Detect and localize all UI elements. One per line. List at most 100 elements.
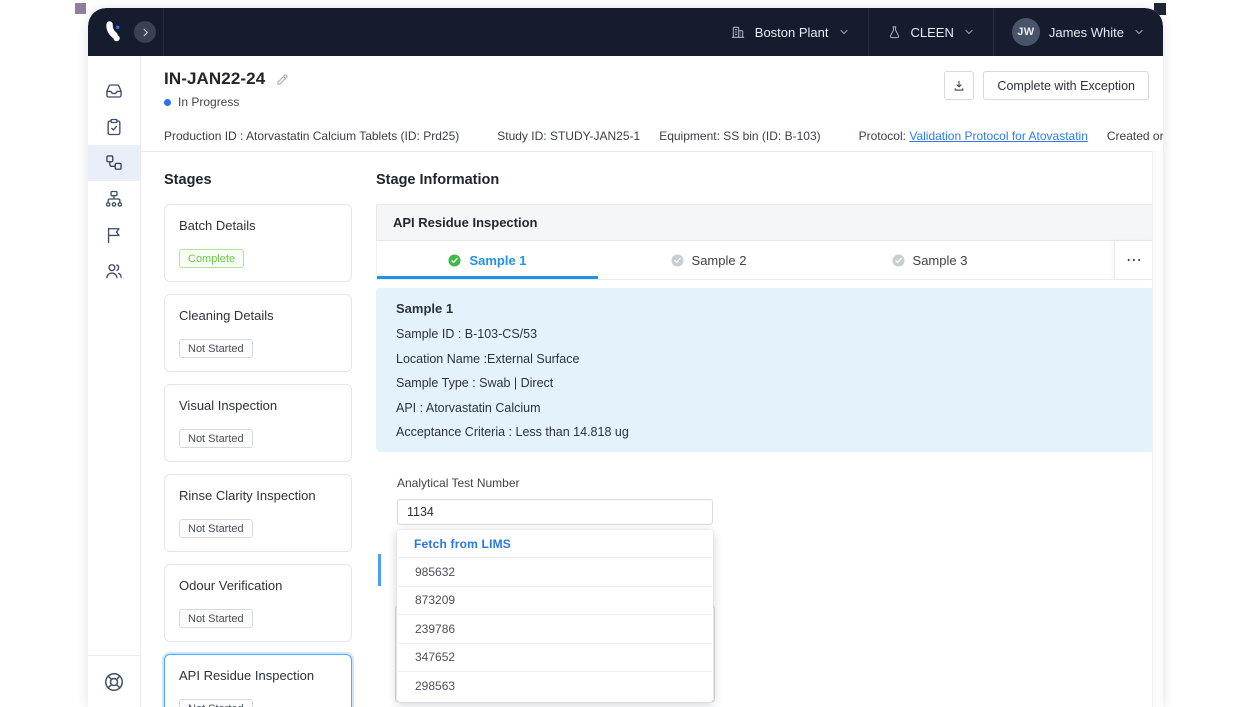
test-number-dropdown: Fetch from LIMS 985632 873209 239786 347… bbox=[397, 530, 713, 702]
dropdown-option[interactable]: 985632 bbox=[398, 557, 712, 586]
chevron-down-icon bbox=[1133, 26, 1145, 38]
status-dot-icon bbox=[164, 99, 171, 106]
module-selector[interactable]: CLEEN bbox=[869, 8, 993, 56]
sitemap-icon bbox=[104, 189, 124, 209]
stage-card-visual-inspection[interactable]: Visual Inspection Not Started bbox=[164, 384, 352, 462]
app-window: Boston Plant CLEEN JW James White bbox=[88, 8, 1163, 707]
chevron-down-icon bbox=[963, 26, 975, 38]
stage-status-badge: Not Started bbox=[179, 339, 253, 358]
created-on: Created on: 01/10/2025 11:41:39 bbox=[1107, 129, 1163, 143]
sample-api: API : Atorvastatin Calcium bbox=[396, 401, 1134, 416]
sample-location: Location Name :External Surface bbox=[396, 352, 1134, 367]
dropdown-option[interactable]: 239786 bbox=[398, 614, 712, 643]
inbox-icon bbox=[104, 81, 124, 101]
top-bar: Boston Plant CLEEN JW James White bbox=[88, 8, 1163, 56]
sidebar-help[interactable] bbox=[88, 655, 140, 707]
fetch-from-lims-option[interactable]: Fetch from LIMS bbox=[397, 530, 713, 557]
plant-selector[interactable]: Boston Plant bbox=[712, 8, 868, 56]
chevron-right-icon bbox=[140, 27, 151, 38]
protocol: Protocol: Validation Protocol for Atovas… bbox=[859, 129, 1088, 143]
tab-sample-1[interactable]: Sample 1 bbox=[377, 241, 598, 279]
user-menu[interactable]: JW James White bbox=[994, 8, 1163, 56]
sample-title: Sample 1 bbox=[396, 301, 1134, 316]
backdrop-square-left bbox=[75, 3, 86, 14]
download-button[interactable] bbox=[944, 71, 974, 100]
occluded-field-edge bbox=[378, 554, 381, 586]
stage-status-badge: Complete bbox=[179, 249, 244, 268]
tab-sample-3[interactable]: Sample 3 bbox=[819, 241, 1040, 279]
brand-logo-icon bbox=[101, 19, 127, 45]
app-body: IN-JAN22-24 In Progress Complete with bbox=[88, 56, 1163, 707]
equipment: Equipment: SS bin (ID: B-103) bbox=[659, 129, 820, 143]
tab-label: Sample 2 bbox=[692, 253, 747, 268]
sidebar-items bbox=[88, 56, 140, 289]
tab-sample-2[interactable]: Sample 2 bbox=[598, 241, 819, 279]
flag-icon bbox=[104, 225, 124, 245]
topbar-divider bbox=[163, 8, 164, 56]
info-bar: Production ID : Atorvastatin Calcium Tab… bbox=[141, 120, 1163, 152]
ellipsis-icon: ⋯ bbox=[1126, 250, 1142, 270]
flask-icon bbox=[887, 25, 902, 40]
protocol-label: Protocol: bbox=[859, 129, 906, 143]
sample-acceptance-criteria: Acceptance Criteria : Less than 14.818 u… bbox=[396, 425, 1134, 440]
sidebar-item-flags[interactable] bbox=[88, 217, 140, 253]
sidebar bbox=[88, 56, 141, 707]
stage-card-api-residue-inspection[interactable]: API Residue Inspection Not Started bbox=[164, 654, 352, 707]
sidebar-item-hierarchy[interactable] bbox=[88, 181, 140, 217]
sidebar-item-inbox[interactable] bbox=[88, 73, 140, 109]
pencil-icon bbox=[275, 72, 290, 87]
sidebar-item-tasks[interactable] bbox=[88, 109, 140, 145]
dropdown-option[interactable]: 873209 bbox=[398, 586, 712, 615]
stage-card-batch-details[interactable]: Batch Details Complete bbox=[164, 204, 352, 282]
stage-status-badge: Not Started bbox=[179, 429, 253, 448]
clipboard-check-icon bbox=[104, 117, 124, 137]
stage-name: Batch Details bbox=[179, 218, 337, 233]
topbar-right: Boston Plant CLEEN JW James White bbox=[712, 8, 1163, 56]
sample-summary-panel: Sample 1 Sample ID : B-103-CS/53 Locatio… bbox=[376, 288, 1154, 452]
building-icon bbox=[730, 24, 746, 40]
stage-status-badge: Not Started bbox=[179, 609, 253, 628]
workflow-icon bbox=[104, 153, 124, 173]
life-buoy-icon bbox=[103, 671, 125, 693]
stage-information-column: Stage Information API Residue Inspection… bbox=[376, 172, 1154, 707]
analytical-test-form: Analytical Test Number Fetch from LIMS 9… bbox=[397, 476, 713, 525]
plant-label: Boston Plant bbox=[755, 25, 829, 40]
dropdown-option[interactable]: 298563 bbox=[398, 671, 712, 700]
dropdown-option[interactable]: 347652 bbox=[398, 643, 712, 672]
stage-card-cleaning-details[interactable]: Cleaning Details Not Started bbox=[164, 294, 352, 372]
sidebar-item-workflows[interactable] bbox=[88, 145, 140, 181]
users-icon bbox=[104, 261, 124, 281]
tabs-overflow-button[interactable]: ⋯ bbox=[1114, 241, 1153, 279]
edit-title-button[interactable] bbox=[275, 72, 290, 87]
tab-label: Sample 1 bbox=[469, 253, 526, 268]
stage-card-odour-verification[interactable]: Odour Verification Not Started bbox=[164, 564, 352, 642]
check-circle-icon bbox=[892, 254, 905, 267]
user-name: James White bbox=[1049, 25, 1124, 40]
stages-heading: Stages bbox=[164, 172, 352, 189]
stages-column: Stages Batch Details Complete Cleaning D… bbox=[164, 172, 352, 707]
stage-name: Odour Verification bbox=[179, 578, 337, 593]
stage-name: Cleaning Details bbox=[179, 308, 337, 323]
sidebar-expand-button[interactable] bbox=[134, 21, 156, 43]
module-label: CLEEN bbox=[911, 25, 954, 40]
production-id: Production ID : Atorvastatin Calcium Tab… bbox=[164, 129, 459, 143]
analytical-test-number-input[interactable] bbox=[397, 499, 713, 525]
avatar: JW bbox=[1012, 18, 1040, 46]
chevron-down-icon bbox=[838, 26, 850, 38]
check-circle-icon bbox=[448, 254, 461, 267]
tab-label: Sample 3 bbox=[913, 253, 968, 268]
complete-with-exception-button[interactable]: Complete with Exception bbox=[983, 71, 1149, 100]
stage-panel-header: API Residue Inspection bbox=[376, 204, 1154, 241]
scrollbar-track[interactable] bbox=[1152, 151, 1163, 707]
sample-tabs: Sample 1 Sample 2 Sample 3 ⋯ bbox=[376, 241, 1154, 280]
study-id: Study ID: STUDY-JAN25-1 bbox=[497, 129, 640, 143]
download-icon bbox=[952, 79, 966, 93]
sidebar-item-users[interactable] bbox=[88, 253, 140, 289]
protocol-link[interactable]: Validation Protocol for Atovastatin bbox=[909, 129, 1088, 143]
stage-status-badge: Not Started bbox=[179, 519, 253, 538]
topbar-left bbox=[88, 19, 163, 45]
stage-status-badge: Not Started bbox=[179, 699, 253, 707]
stage-card-rinse-clarity-inspection[interactable]: Rinse Clarity Inspection Not Started bbox=[164, 474, 352, 552]
page-title: IN-JAN22-24 bbox=[164, 69, 265, 89]
stage-name: API Residue Inspection bbox=[179, 668, 337, 683]
